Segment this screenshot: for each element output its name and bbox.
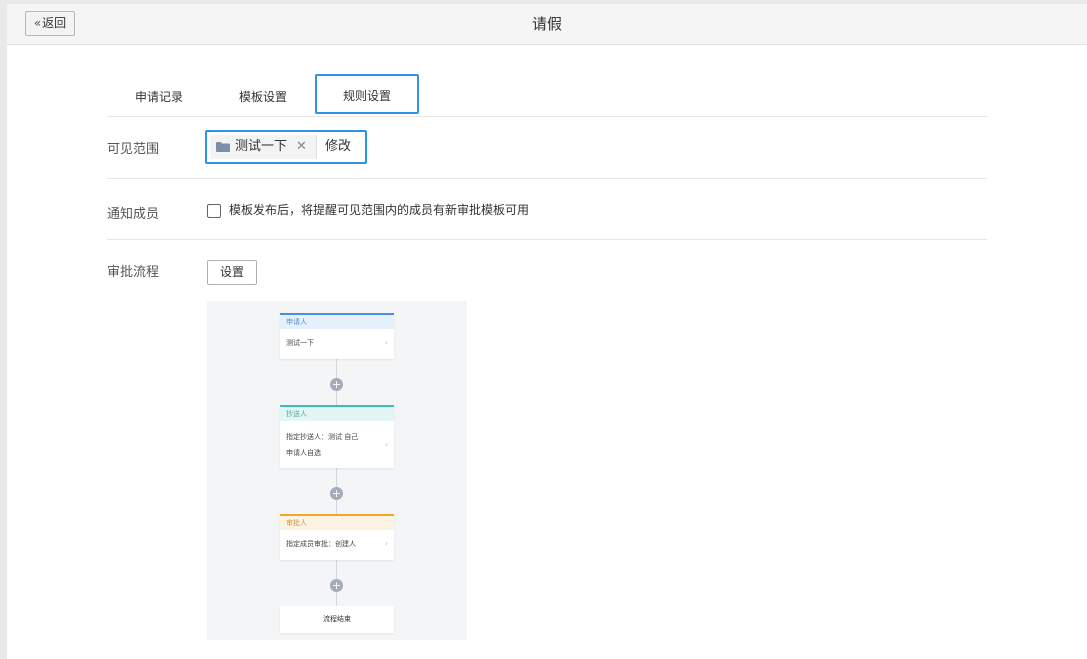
- back-button-label: 返回: [42, 16, 67, 30]
- divider: [107, 239, 987, 240]
- tab-rule-settings[interactable]: 规则设置: [315, 74, 419, 114]
- visible-scope-field: 测试一下 ✕ 修改: [205, 130, 367, 164]
- flow-end-node: 流程结束: [280, 606, 394, 633]
- flow-node-title: 审批人: [280, 516, 394, 530]
- flow-node-cc[interactable]: 抄送人 指定抄送人：测试 自己 申请人自选 ›: [280, 405, 394, 468]
- flow-node-text: 指定抄送人：测试 自己: [286, 433, 359, 441]
- double-chevron-left-icon: «: [33, 16, 42, 30]
- flow-node-approver[interactable]: 审批人 指定成员审批：创建人 ›: [280, 514, 394, 560]
- divider: [107, 178, 987, 179]
- approval-flow-diagram: 申请人 测试一下 › + 抄送人 指定抄送人：测试 自己 申请人自选 › + 审…: [207, 301, 467, 640]
- scope-tag-label: 测试一下: [235, 139, 288, 154]
- page: 请假 «返回 申请记录 模板设置 规则设置 可见范围 测试一下 ✕ 修改 通知成…: [7, 4, 1087, 659]
- flow-node-body: 指定抄送人：测试 自己 申请人自选 ›: [280, 421, 394, 466]
- flow-node-body: 测试一下 ›: [280, 329, 394, 357]
- flow-node-body: 指定成员审批：创建人 ›: [280, 530, 394, 558]
- chevron-right-icon: ›: [384, 440, 388, 449]
- chevron-right-icon: ›: [384, 539, 388, 548]
- back-button[interactable]: «返回: [25, 11, 75, 36]
- add-node-icon[interactable]: +: [330, 378, 343, 391]
- flow-settings-button[interactable]: 设置: [207, 260, 257, 285]
- tab-template-settings[interactable]: 模板设置: [225, 74, 301, 114]
- visible-scope-label: 可见范围: [107, 142, 160, 157]
- notify-members-label: 通知成员: [107, 207, 160, 222]
- flow-node-text: 指定成员审批：创建人: [286, 540, 356, 548]
- folder-icon: [216, 142, 230, 152]
- flow-node-title: 申请人: [280, 315, 394, 329]
- notify-checkbox[interactable]: [207, 204, 221, 218]
- flow-node-text: 申请人自选: [286, 449, 321, 457]
- header-bar: 请假 «返回: [7, 4, 1087, 45]
- tab-bar: 申请记录 模板设置 规则设置: [107, 74, 987, 117]
- flow-node-title: 抄送人: [280, 407, 394, 421]
- notify-checkbox-text: 模板发布后，将提醒可见范围内的成员有新审批模板可用: [229, 203, 530, 217]
- modify-scope-button[interactable]: 修改: [325, 132, 351, 162]
- add-node-icon[interactable]: +: [330, 487, 343, 500]
- chevron-right-icon: ›: [384, 338, 388, 347]
- approval-flow-label: 审批流程: [107, 265, 160, 280]
- scope-tag: 测试一下 ✕: [210, 135, 317, 159]
- page-title: 请假: [531, 15, 562, 33]
- tab-application-records[interactable]: 申请记录: [121, 74, 197, 114]
- flow-node-text: 测试一下: [286, 339, 314, 347]
- add-node-icon[interactable]: +: [330, 579, 343, 592]
- close-icon[interactable]: ✕: [296, 135, 307, 159]
- flow-node-applicant[interactable]: 申请人 测试一下 ›: [280, 313, 394, 359]
